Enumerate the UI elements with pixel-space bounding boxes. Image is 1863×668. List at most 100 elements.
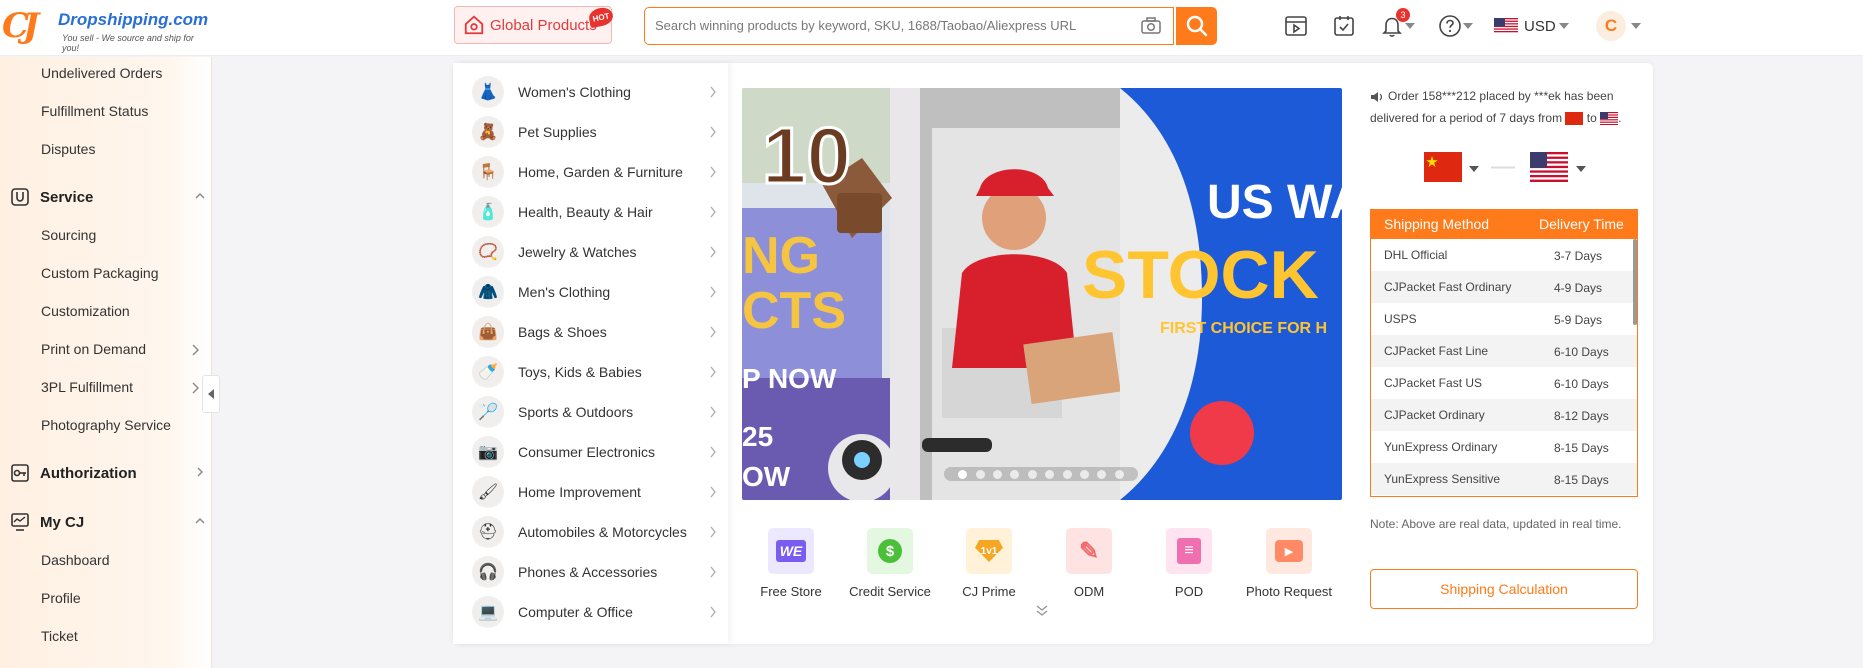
carousel-dot[interactable] <box>1027 469 1037 479</box>
photo-request-icon: ▶ <box>1266 528 1312 574</box>
carousel-dot[interactable] <box>1045 469 1055 479</box>
table-scrollbar[interactable] <box>1633 239 1637 325</box>
avatar[interactable]: C <box>1596 11 1626 41</box>
category-item[interactable]: 🏸 Sports & Outdoors <box>472 394 717 430</box>
chevron-right-icon <box>710 446 716 458</box>
category-item[interactable]: 👜 Bags & Shoes <box>472 314 717 350</box>
sidebar-item-sourcing[interactable]: Sourcing <box>41 227 96 243</box>
shipping-method-cell: DHL Official <box>1384 248 1448 262</box>
chevron-right-icon <box>710 126 716 138</box>
cj-logo[interactable]: CJ Dropshipping.com You sell - We source… <box>2 6 212 53</box>
sidebar-section-service[interactable]: Service <box>10 185 205 209</box>
global-products-button[interactable]: Global Products <box>454 6 612 44</box>
notice-to: to <box>1586 111 1597 125</box>
origin-china-flag-icon[interactable] <box>1424 152 1462 182</box>
help-icon[interactable] <box>1438 14 1462 38</box>
table-row: YunExpress Sensitive 8-15 Days <box>1371 463 1637 495</box>
category-label: Jewelry & Watches <box>518 244 637 260</box>
sidebar-item-custom-packaging[interactable]: Custom Packaging <box>41 265 159 281</box>
currency-label: USD <box>1524 17 1556 35</box>
sidebar-item-fulfillment-status[interactable]: Fulfillment Status <box>41 103 148 119</box>
search-input[interactable] <box>645 8 1125 42</box>
carousel-dot[interactable] <box>1010 469 1020 479</box>
sidebar-item-photography-service[interactable]: Photography Service <box>41 417 171 433</box>
notice-line2: delivered for a period of 7 days from <box>1370 111 1563 125</box>
sidebar-section-authorization[interactable]: Authorization <box>10 461 205 485</box>
china-flag-icon <box>1565 112 1584 126</box>
category-item[interactable]: 🖌 Home Improvement <box>472 474 717 510</box>
shipping-method-cell: CJPacket Ordinary <box>1384 408 1485 422</box>
carousel-dot[interactable] <box>993 469 1003 479</box>
sidebar-item-customization[interactable]: Customization <box>41 303 130 319</box>
jewelry-thumb-icon: 📿 <box>472 236 504 268</box>
sidebar-item-3pl-fulfillment[interactable]: 3PL Fulfillment <box>41 379 133 395</box>
delivery-time-cell: 8-12 Days <box>1554 409 1609 423</box>
carousel-dot[interactable] <box>1114 469 1124 479</box>
top-header: CJ Dropshipping.com You sell - We source… <box>0 0 1863 56</box>
delivery-time-cell: 3-7 Days <box>1554 249 1603 263</box>
shipping-calculation-button[interactable]: Shipping Calculation <box>1370 569 1638 609</box>
sidebar-section-my-cj[interactable]: My CJ <box>10 510 205 534</box>
shipping-table-header: Shipping Method Delivery Time <box>1371 209 1637 239</box>
service-photo-request[interactable]: ▶ Photo Request <box>1244 528 1334 599</box>
service-icon <box>11 188 29 206</box>
carousel-dot[interactable] <box>1097 469 1107 479</box>
category-item[interactable]: 🎧 Phones & Accessories <box>472 554 717 590</box>
currency-caret-icon <box>1559 23 1569 29</box>
destination-us-flag-icon[interactable] <box>1530 152 1568 182</box>
category-label: Computer & Office <box>518 604 633 620</box>
category-item[interactable]: 🪑 Home, Garden & Furniture <box>472 154 717 190</box>
delivery-time-cell: 8-15 Days <box>1554 441 1609 455</box>
shipping-method-cell: USPS <box>1384 312 1417 326</box>
service-label: CJ Prime <box>962 584 1016 599</box>
carousel-dot[interactable] <box>1079 469 1089 479</box>
sports-thumb-icon: 🏸 <box>472 396 504 428</box>
search-box <box>644 7 1174 45</box>
electronics-thumb-icon: 📷 <box>472 436 504 468</box>
carousel-dot[interactable] <box>975 469 985 479</box>
video-icon[interactable] <box>1284 14 1308 38</box>
sidebar-item-dashboard[interactable]: Dashboard <box>41 552 110 568</box>
category-item[interactable]: 💻 Computer & Office <box>472 594 717 630</box>
service-odm[interactable]: ✎ ODM <box>1044 528 1134 599</box>
sidebar-section-label: Service <box>40 188 94 206</box>
sidebar-item-undelivered-orders[interactable]: Undelivered Orders <box>41 65 162 81</box>
sidebar-item-profile[interactable]: Profile <box>41 590 81 606</box>
task-check-icon[interactable] <box>1332 14 1356 38</box>
sidebar-collapse-button[interactable] <box>202 375 220 413</box>
promo-banner[interactable]: 10 NG CTS P NOW 25 OW US WAR STOCK DI FI… <box>742 88 1342 500</box>
category-label: Sports & Outdoors <box>518 404 634 420</box>
category-item[interactable]: 👗 Women's Clothing <box>472 74 717 110</box>
double-chevron-down-icon[interactable] <box>1035 603 1049 617</box>
chevron-right-icon <box>192 382 199 394</box>
category-item[interactable]: 🧴 Health, Beauty & Hair <box>472 194 717 230</box>
odm-icon: ✎ <box>1066 528 1112 574</box>
carousel-dot[interactable] <box>1062 469 1072 479</box>
category-item[interactable]: ⛑ Automobiles & Motorcycles <box>472 514 717 550</box>
carousel-dot[interactable] <box>958 469 968 479</box>
service-pod[interactable]: ≡ POD <box>1144 528 1234 599</box>
table-row: CJPacket Fast US 6-10 Days <box>1371 367 1637 399</box>
sidebar-section-label: Authorization <box>40 464 137 482</box>
search-button[interactable] <box>1176 7 1217 45</box>
global-products-label: Global Products <box>490 16 597 34</box>
category-item[interactable]: 🧸 Pet Supplies <box>472 114 717 150</box>
category-item[interactable]: 🧥 Men's Clothing <box>472 274 717 310</box>
service-free-store[interactable]: WE Free Store <box>746 528 836 599</box>
pod-icon: ≡ <box>1166 528 1212 574</box>
bell-caret-icon <box>1405 23 1415 29</box>
service-credit[interactable]: $ Credit Service <box>845 528 935 599</box>
category-item[interactable]: 🍼 Toys, Kids & Babies <box>472 354 717 390</box>
currency-selector[interactable]: USD <box>1494 16 1564 36</box>
sidebar-item-disputes[interactable]: Disputes <box>41 141 95 157</box>
category-item[interactable]: 📿 Jewelry & Watches <box>472 234 717 270</box>
camera-icon[interactable] <box>1141 17 1161 34</box>
banner-left-number: 10 <box>762 111 851 200</box>
realtime-note: Note: Above are real data, updated in re… <box>1370 517 1622 531</box>
sidebar-item-print-on-demand[interactable]: Print on Demand <box>41 341 146 357</box>
service-cj-prime[interactable]: 1v1 CJ Prime <box>944 528 1034 599</box>
sidebar-item-ticket[interactable]: Ticket <box>41 628 78 644</box>
banner-artwork: 10 NG CTS P NOW 25 OW US WAR STOCK DI FI… <box>742 88 1342 500</box>
chevron-right-icon <box>710 566 716 578</box>
category-item[interactable]: 📷 Consumer Electronics <box>472 434 717 470</box>
